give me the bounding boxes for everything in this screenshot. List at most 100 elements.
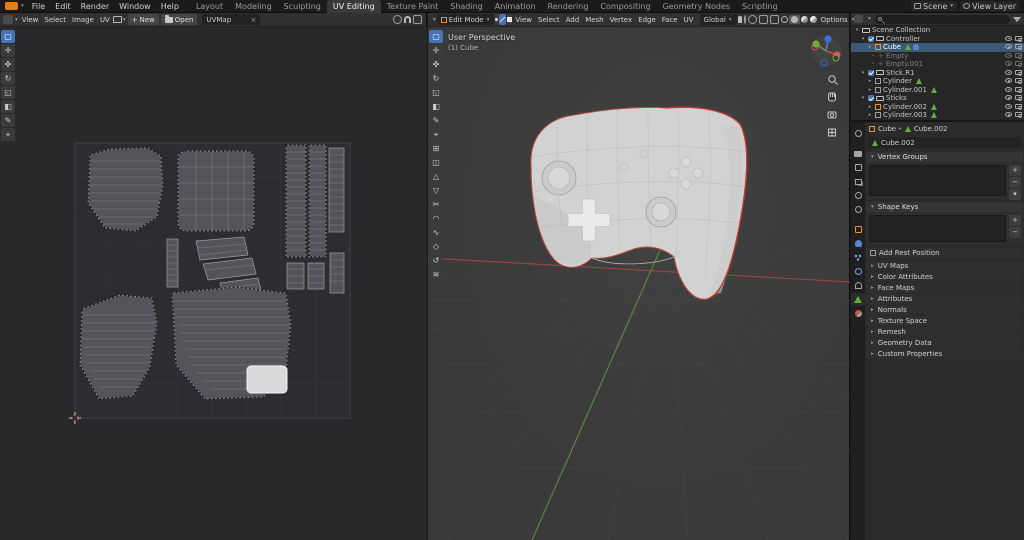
panel-attributes[interactable]: ▸ Attributes bbox=[866, 294, 1023, 304]
outliner-row-empty-001[interactable]: • + Empty.001 bbox=[851, 60, 1024, 69]
filter-icon[interactable] bbox=[1013, 17, 1021, 22]
chevron-down-icon[interactable]: ▾ bbox=[854, 26, 860, 35]
tool-cursor[interactable]: ✛ bbox=[429, 44, 443, 57]
tool-shrink-fatten[interactable]: ≋ bbox=[429, 268, 443, 281]
tool-annotate[interactable]: ✎ bbox=[429, 114, 443, 127]
tab-tool[interactable] bbox=[851, 127, 865, 140]
workspace-tab-rendering[interactable]: Rendering bbox=[542, 0, 595, 13]
outliner-row-cylinder-002[interactable]: ▸ Cylinder.002 bbox=[851, 103, 1024, 112]
tool-cursor[interactable]: ✛ bbox=[1, 44, 15, 57]
snap-magnet-icon[interactable] bbox=[738, 16, 742, 23]
select-mode-edge[interactable] bbox=[499, 14, 506, 25]
viewport-canvas[interactable] bbox=[428, 27, 850, 540]
overlays-icon[interactable] bbox=[759, 15, 768, 24]
overlays-icon[interactable] bbox=[413, 15, 422, 24]
vp-menu-select[interactable]: Select bbox=[535, 16, 563, 24]
zoom-icon[interactable] bbox=[829, 76, 838, 85]
navigation-gizmo[interactable] bbox=[811, 35, 841, 66]
outliner-row-controller[interactable]: ▾ Controller bbox=[851, 35, 1024, 44]
tab-object-data[interactable] bbox=[851, 293, 865, 306]
uv-menu-select[interactable]: Select bbox=[41, 16, 69, 24]
outliner-row-cylinder-001[interactable]: ▸ Cylinder.001 bbox=[851, 86, 1024, 95]
eye-icon[interactable] bbox=[1005, 78, 1012, 83]
outliner-row-cylinder-003[interactable]: ▸ Cylinder.003 bbox=[851, 111, 1024, 120]
add-vertex-group-button[interactable]: + bbox=[1009, 165, 1021, 176]
tab-world[interactable] bbox=[851, 203, 865, 216]
vp-menu-add[interactable]: Add bbox=[563, 16, 583, 24]
panel-color-attributes[interactable]: ▸ Color Attributes bbox=[866, 272, 1023, 282]
tool-extrude[interactable]: ⊞ bbox=[429, 142, 443, 155]
outliner-row-cube[interactable]: ▸ Cube bbox=[851, 43, 1024, 52]
tab-object[interactable] bbox=[851, 223, 865, 236]
chevron-right-icon[interactable]: ▸ bbox=[867, 43, 873, 52]
workspace-tab-layout[interactable]: Layout bbox=[190, 0, 229, 13]
remove-vertex-group-button[interactable]: − bbox=[1009, 177, 1021, 188]
eye-icon[interactable] bbox=[1005, 112, 1012, 117]
tool-rotate[interactable]: ↻ bbox=[1, 72, 15, 85]
camera-icon[interactable] bbox=[1015, 112, 1022, 117]
camera-icon[interactable] bbox=[1015, 61, 1022, 66]
workspace-tab-compositing[interactable]: Compositing bbox=[594, 0, 656, 13]
collection-checkbox[interactable] bbox=[868, 36, 874, 42]
tool-annotate[interactable]: ✎ bbox=[1, 114, 15, 127]
menu-window[interactable]: Window bbox=[114, 0, 156, 13]
vertex-group-specials-button[interactable]: ▾ bbox=[1009, 189, 1021, 200]
tool-bevel[interactable]: △ bbox=[429, 170, 443, 183]
uv-selected-face[interactable] bbox=[247, 366, 287, 393]
workspace-tab-scripting[interactable]: Scripting bbox=[736, 0, 784, 13]
outliner-search[interactable] bbox=[875, 15, 1010, 24]
panel-geometry-data[interactable]: ▸ Geometry Data bbox=[866, 338, 1023, 348]
new-image-button[interactable]: + New bbox=[128, 14, 159, 25]
menu-help[interactable]: Help bbox=[156, 0, 184, 13]
vertex-groups-list[interactable] bbox=[869, 165, 1006, 196]
tool-loop-cut[interactable]: ▽ bbox=[429, 184, 443, 197]
panel-texture-space[interactable]: ▸ Texture Space bbox=[866, 316, 1023, 326]
remove-shape-key-button[interactable]: − bbox=[1009, 227, 1021, 238]
tool-move[interactable]: ✜ bbox=[429, 58, 443, 71]
workspace-tab-shading[interactable]: Shading bbox=[444, 0, 489, 13]
snap-magnet-icon[interactable] bbox=[404, 16, 411, 23]
panel-remesh[interactable]: ▸ Remesh bbox=[866, 327, 1023, 337]
uv-menu-image[interactable]: Image bbox=[69, 16, 97, 24]
tab-scene[interactable] bbox=[851, 189, 865, 202]
blender-logo-icon[interactable] bbox=[5, 2, 18, 10]
eye-icon[interactable] bbox=[1005, 87, 1012, 92]
tab-output[interactable] bbox=[851, 161, 865, 174]
eye-icon[interactable] bbox=[1005, 44, 1012, 49]
camera-icon[interactable] bbox=[1015, 78, 1022, 83]
workspace-tab-modeling[interactable]: Modeling bbox=[229, 0, 277, 13]
vp-menu-uv[interactable]: UV bbox=[681, 16, 697, 24]
eye-icon[interactable] bbox=[1005, 53, 1012, 58]
shading-wireframe-icon[interactable] bbox=[781, 16, 788, 23]
ortho-toggle-icon[interactable] bbox=[829, 129, 836, 136]
eye-icon[interactable] bbox=[1005, 104, 1012, 109]
chevron-right-icon[interactable]: ▸ bbox=[867, 111, 873, 120]
tool-spin[interactable]: ∿ bbox=[429, 226, 443, 239]
proportional-edit-icon[interactable] bbox=[744, 15, 746, 24]
menu-render[interactable]: Render bbox=[76, 0, 114, 13]
open-image-button[interactable]: Open bbox=[161, 14, 198, 25]
shape-keys-list[interactable] bbox=[869, 215, 1006, 242]
eye-icon[interactable] bbox=[1005, 95, 1012, 100]
camera-icon[interactable] bbox=[1015, 87, 1022, 92]
tool-smooth[interactable]: ◇ bbox=[429, 240, 443, 253]
tool-knife[interactable]: ✂ bbox=[429, 198, 443, 211]
tool-scale[interactable]: ◱ bbox=[429, 86, 443, 99]
tab-render[interactable] bbox=[851, 147, 865, 160]
tab-physics[interactable] bbox=[851, 265, 865, 278]
view-layer-selector[interactable]: View Layer bbox=[960, 1, 1019, 11]
editor-type-icon[interactable] bbox=[3, 15, 13, 24]
panel-custom-properties[interactable]: ▸ Custom Properties bbox=[866, 349, 1023, 359]
tool-scale[interactable]: ◱ bbox=[1, 86, 15, 99]
outliner-row-cylinder[interactable]: ▸ Cylinder bbox=[851, 77, 1024, 86]
camera-icon[interactable] bbox=[1015, 44, 1022, 49]
chevron-right-icon[interactable]: ▸ bbox=[867, 86, 873, 95]
collection-checkbox[interactable] bbox=[868, 95, 874, 101]
eye-icon[interactable] bbox=[1005, 70, 1012, 75]
tool-transform[interactable]: ◧ bbox=[429, 100, 443, 113]
add-shape-key-button[interactable]: + bbox=[1009, 215, 1021, 226]
eye-icon[interactable] bbox=[1005, 36, 1012, 41]
tool-transform[interactable]: ◧ bbox=[1, 100, 15, 113]
uv-menu-view[interactable]: View bbox=[19, 16, 42, 24]
outliner-row-sticks[interactable]: ▾ Sticks bbox=[851, 94, 1024, 103]
